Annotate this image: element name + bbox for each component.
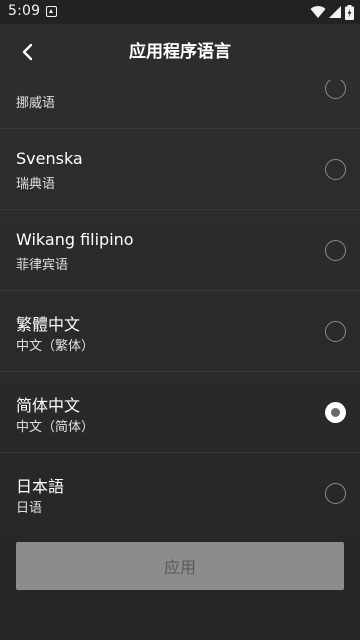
language-item-traditional-chinese[interactable]: 繁體中文 中文（繁体） bbox=[0, 291, 360, 372]
battery-charging-icon bbox=[345, 4, 354, 20]
language-item-japanese[interactable]: 日本語 日语 bbox=[0, 453, 360, 526]
language-native-label: 中文（繁体） bbox=[16, 339, 95, 354]
language-native-label: 中文（简体） bbox=[16, 420, 95, 435]
radio-button[interactable] bbox=[325, 159, 346, 180]
status-icons bbox=[310, 4, 354, 20]
language-name: 繁體中文 bbox=[16, 315, 81, 334]
back-arrow-icon bbox=[22, 43, 33, 61]
language-item-swedish[interactable]: Svenska 瑞典语 bbox=[0, 129, 360, 210]
language-name: 简体中文 bbox=[16, 396, 81, 415]
language-native-label: 日语 bbox=[16, 501, 43, 516]
status-time: 5:09 bbox=[8, 3, 41, 19]
page-title: 应用程序语言 bbox=[129, 42, 231, 62]
toolbar: 应用程序语言 bbox=[0, 24, 360, 80]
wifi-icon bbox=[310, 6, 326, 19]
radio-button[interactable] bbox=[325, 483, 346, 504]
language-native-label: 菲律宾语 bbox=[16, 258, 69, 273]
cellular-icon bbox=[329, 6, 341, 18]
radio-button-selected[interactable] bbox=[325, 402, 346, 423]
language-name: Svenska bbox=[16, 149, 83, 168]
back-button[interactable] bbox=[8, 32, 48, 72]
status-bar: 5:09 bbox=[0, 0, 360, 24]
radio-button[interactable] bbox=[325, 240, 346, 261]
language-list-content: 挪威语 Svenska 瑞典语 Wikang filipino 菲律宾语 繁體中… bbox=[0, 80, 360, 526]
language-name: 日本語 bbox=[16, 477, 65, 496]
language-item-simplified-chinese[interactable]: 简体中文 中文（简体） bbox=[0, 372, 360, 453]
language-item-norwegian[interactable]: 挪威语 bbox=[0, 80, 360, 129]
apply-button[interactable]: 应用 bbox=[16, 542, 344, 590]
language-name: Wikang filipino bbox=[16, 230, 134, 249]
language-native-label: 瑞典语 bbox=[16, 177, 56, 192]
language-list[interactable]: 挪威语 Svenska 瑞典语 Wikang filipino 菲律宾语 繁體中… bbox=[0, 80, 360, 526]
language-native-label: 挪威语 bbox=[16, 96, 56, 111]
radio-button[interactable] bbox=[325, 321, 346, 342]
language-item-filipino[interactable]: Wikang filipino 菲律宾语 bbox=[0, 210, 360, 291]
notification-icon bbox=[46, 6, 57, 17]
screen: 5:09 应用程序语言 挪威语 Svenska 瑞典语 Wikang filip… bbox=[0, 0, 360, 640]
radio-button[interactable] bbox=[325, 80, 346, 99]
